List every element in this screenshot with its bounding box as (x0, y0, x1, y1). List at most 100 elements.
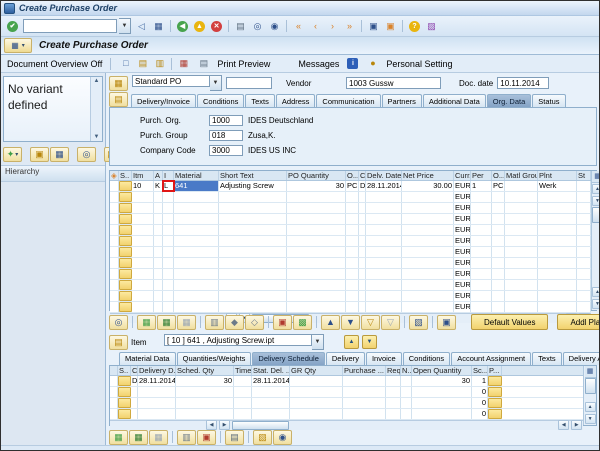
sched-vscroll-thumb[interactable] (585, 378, 596, 394)
item-cell-matl-group[interactable] (505, 280, 538, 290)
item-cell-s[interactable] (119, 269, 132, 279)
item-selector-dropdown-icon[interactable]: ▼ (312, 334, 324, 350)
item-cell-oun[interactable] (346, 280, 359, 290)
sched-cell-open-qty[interactable] (412, 387, 472, 397)
item-cell-i[interactable] (163, 302, 174, 312)
sched-cell-delivery-date[interactable] (138, 409, 176, 419)
item-cell-matl-group[interactable] (505, 214, 538, 224)
item-cell-material[interactable] (174, 236, 219, 246)
find-variant-icon[interactable]: ◎ (77, 147, 96, 162)
item-cell-itm[interactable] (132, 247, 154, 257)
item-cell-po-quantity[interactable] (287, 214, 346, 224)
item-cell-opu[interactable] (492, 269, 505, 279)
item-cell-c[interactable] (359, 203, 366, 213)
sched-cell-s[interactable] (118, 398, 131, 408)
tab-org-data[interactable]: Org. Data (487, 94, 532, 107)
find-next-icon[interactable]: ◉ (266, 19, 283, 33)
item-cell-opu[interactable] (492, 203, 505, 213)
item-cell-oun[interactable]: PC (346, 181, 359, 191)
item-cell-s[interactable] (119, 225, 132, 235)
item-tab-delivery[interactable]: Delivery (326, 352, 365, 365)
sched-cell-sc[interactable]: 0 (472, 409, 488, 419)
item-cell-oun[interactable] (346, 203, 359, 213)
help-icon[interactable]: ? (406, 19, 423, 33)
filter-icon[interactable]: ▽ (361, 315, 380, 330)
item-col-opu[interactable]: O... (492, 171, 505, 180)
item-cell-oun[interactable] (346, 225, 359, 235)
sched-cell-time[interactable] (234, 409, 252, 419)
header-expand-icon[interactable]: ▤ (109, 92, 128, 107)
variant-scroll-down-icon[interactable]: ▼ (94, 134, 100, 140)
item-cell-st[interactable] (577, 192, 591, 202)
item-cell-curr[interactable]: EUR (454, 302, 471, 312)
item-cell-per[interactable] (471, 280, 492, 290)
item-cell-matl-group[interactable] (505, 291, 538, 301)
command-field[interactable] (23, 19, 117, 33)
item-cell-s[interactable] (119, 181, 132, 191)
tab-status[interactable]: Status (532, 94, 565, 107)
item-cell-s[interactable] (119, 258, 132, 268)
item-cell-opu[interactable] (492, 291, 505, 301)
item-cell-i[interactable] (163, 203, 174, 213)
sched-col-req[interactable]: Req... (386, 366, 401, 375)
sched-cell-stat-del[interactable] (252, 398, 290, 408)
prev-page-icon[interactable]: ‹ (307, 19, 324, 33)
item-cell-plnt[interactable] (538, 225, 577, 235)
item-cell-po-quantity[interactable] (287, 192, 346, 202)
sched-hscroll-left2-icon[interactable]: ◀ (558, 420, 569, 430)
tab-texts[interactable]: Texts (245, 94, 275, 107)
item-cell-a[interactable] (154, 269, 163, 279)
item-cell-s[interactable] (119, 291, 132, 301)
item-cell-short-text[interactable] (219, 192, 287, 202)
item-cell-st[interactable] (577, 280, 591, 290)
item-cell-c[interactable] (359, 192, 366, 202)
item-row[interactable]: EUR (110, 302, 591, 313)
item-vscroll-thumb[interactable] (592, 207, 600, 223)
item-cell-opu[interactable] (492, 302, 505, 312)
item-cell-net-price[interactable] (402, 225, 454, 235)
item-cell-po-quantity[interactable]: 30 (287, 181, 346, 191)
schedule-expand-icon[interactable]: ▦ (109, 430, 128, 445)
item-cell-st[interactable] (577, 258, 591, 268)
item-cell-po-quantity[interactable] (287, 225, 346, 235)
print-preview-icon[interactable]: ▤ (195, 57, 212, 71)
vendor-field[interactable] (346, 77, 441, 89)
purch-group-field[interactable]: 018 (209, 130, 243, 141)
item-cell-net-price[interactable]: 30.00 (402, 181, 454, 191)
item-cell-itm[interactable] (132, 214, 154, 224)
collapse-items-icon[interactable]: ▦ (157, 315, 176, 330)
command-field-dropdown-icon[interactable]: ▼ (119, 18, 131, 34)
item-cell-st[interactable] (577, 225, 591, 235)
item-cell-plnt[interactable] (538, 214, 577, 224)
sched-cell-sched-qty[interactable] (176, 387, 234, 397)
item-cell-st[interactable] (577, 214, 591, 224)
item-col-per[interactable]: Per (471, 171, 492, 180)
order-type-select[interactable]: Standard PO (132, 75, 210, 87)
sched-collapse-icon[interactable] (110, 366, 118, 375)
item-col-s[interactable]: S.. (119, 171, 132, 180)
item-cell-itm[interactable] (132, 203, 154, 213)
item-cell-per[interactable] (471, 192, 492, 202)
item-cell-a[interactable] (154, 280, 163, 290)
item-cell-itm[interactable] (132, 280, 154, 290)
cart-icon[interactable]: ▤ (225, 430, 244, 445)
cancel-icon[interactable]: ✕ (208, 19, 225, 33)
item-col-short-text[interactable]: Short Text (219, 171, 287, 180)
sched-cell-req[interactable] (386, 398, 401, 408)
item-cell-oun[interactable] (346, 236, 359, 246)
sched-cell-stat-del[interactable]: 28.11.2014 (252, 376, 290, 386)
save-variant-icon[interactable]: ▦ (50, 147, 69, 162)
item-col-delv-date[interactable]: Delv. Date (366, 171, 402, 180)
item-cell-short-text[interactable] (219, 302, 287, 312)
item-cell-matl-group[interactable] (505, 302, 538, 312)
item-cell-delv-date[interactable] (366, 214, 402, 224)
item-cell-opu[interactable] (492, 258, 505, 268)
item-cell-material[interactable] (174, 258, 219, 268)
sched-cell-purchase[interactable] (343, 409, 386, 419)
sched-cell-c[interactable] (131, 409, 138, 419)
item-cell-net-price[interactable] (402, 203, 454, 213)
item-col-itm[interactable]: Itm (132, 171, 154, 180)
item-selector-value[interactable]: [ 10 ] 641 , Adjusting Screw.ipt (164, 334, 312, 346)
variant-scrollbar[interactable]: ▲ ▼ (90, 77, 102, 141)
sched-cell-sched-qty[interactable] (176, 398, 234, 408)
